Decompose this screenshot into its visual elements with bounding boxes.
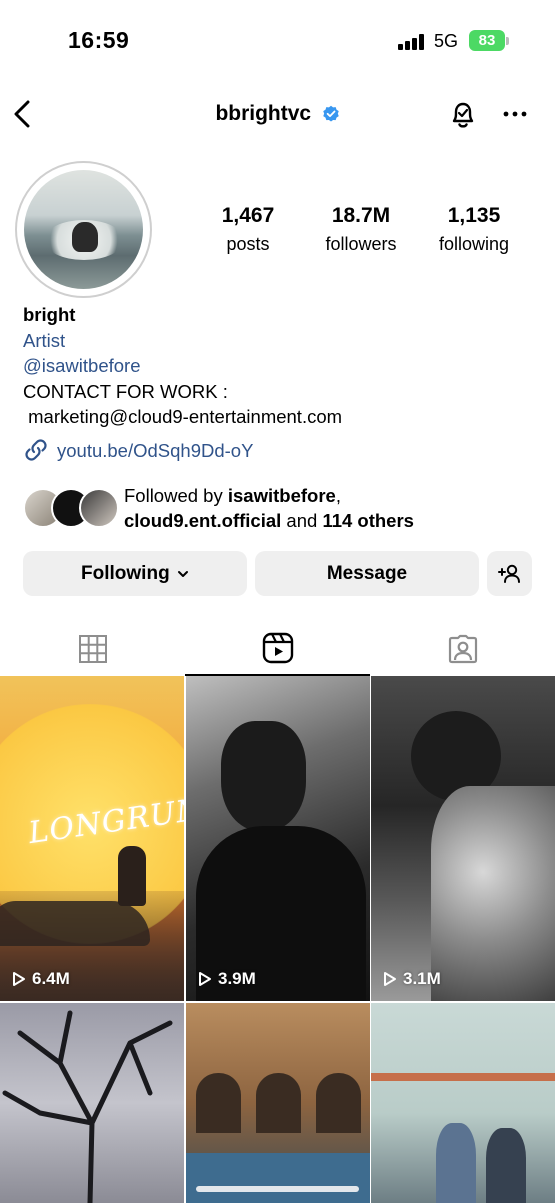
- reel-thumbnail[interactable]: LONGRUN 6.4M: [0, 676, 184, 1001]
- person-silhouette: [118, 846, 146, 906]
- message-button[interactable]: Message: [255, 551, 479, 596]
- followers-count: 18.7M: [331, 204, 391, 227]
- avatar: [24, 170, 143, 289]
- username: bbrightvc: [215, 102, 312, 125]
- tab-grid[interactable]: [0, 622, 185, 676]
- head-silhouette: [221, 721, 306, 831]
- verified-badge-icon: [322, 105, 339, 122]
- network-type: 5G: [434, 31, 459, 51]
- arched-window: [196, 1073, 241, 1133]
- tab-tagged[interactable]: [370, 622, 555, 676]
- reel-thumbnail[interactable]: 3.1M: [371, 676, 555, 1001]
- battery-level: 83: [478, 32, 496, 49]
- profile-header: bbrightvc: [0, 90, 555, 140]
- grid-icon: [78, 635, 107, 663]
- reels-icon: [262, 632, 293, 664]
- reel-views: 6.4M: [12, 969, 70, 989]
- bio-line-2: marketing@cloud9-entertainment.com: [23, 406, 343, 427]
- reel-thumbnail[interactable]: [0, 1003, 184, 1203]
- following-button-label: Following: [81, 563, 170, 584]
- following-button[interactable]: Following: [23, 551, 247, 596]
- bio-mention-link[interactable]: @isawitbefore: [23, 353, 543, 379]
- play-icon: [13, 972, 25, 986]
- mutual-user-1: isawitbefore: [227, 485, 336, 506]
- home-indicator: [196, 1186, 359, 1192]
- stat-posts[interactable]: 1,467 posts: [193, 204, 303, 255]
- followers-label: followers: [325, 234, 397, 254]
- following-count: 1,135: [447, 204, 501, 227]
- status-time: 16:59: [68, 27, 130, 53]
- notifications-button[interactable]: [446, 98, 480, 132]
- arched-window: [256, 1073, 301, 1133]
- posts-count: 1,467: [221, 204, 275, 227]
- arched-window: [316, 1073, 361, 1133]
- followed-by-row[interactable]: Followed by isawitbefore, cloud9.ent.off…: [23, 483, 543, 533]
- tab-reels[interactable]: [185, 622, 370, 676]
- bio-external-link[interactable]: youtu.be/OdSqh9Dd-oY: [23, 438, 543, 464]
- add-user-icon: [497, 564, 520, 583]
- sequin-jacket: [431, 786, 555, 1001]
- more-options-button[interactable]: [500, 104, 530, 124]
- followed-sep: ,: [335, 485, 341, 506]
- reel-view-count: 6.4M: [32, 969, 70, 988]
- tagged-person-icon: [448, 634, 477, 664]
- bridge-beam: [371, 1073, 555, 1081]
- bio-url: youtu.be/OdSqh9Dd-oY: [57, 439, 254, 461]
- reel-views: 3.1M: [383, 969, 441, 989]
- posts-label: posts: [226, 234, 270, 254]
- link-icon: [25, 439, 47, 461]
- reel-view-count: 3.1M: [403, 969, 441, 988]
- reel-views: 3.9M: [198, 969, 256, 989]
- umbrella-shape: [186, 1153, 370, 1203]
- followed-by-text: Followed by isawitbefore, cloud9.ent.off…: [124, 483, 414, 533]
- bio-line-1: CONTACT FOR WORK :: [23, 380, 228, 402]
- reel-thumbnail[interactable]: [371, 1003, 555, 1203]
- battery-tip: [506, 37, 509, 45]
- tree-branches-image: [2, 1010, 173, 1203]
- battery-icon: 83: [469, 30, 505, 51]
- profile-bio: bright Artist @isawitbefore CONTACT FOR …: [23, 302, 543, 463]
- message-button-label: Message: [326, 563, 408, 584]
- status-bar: 16:59 5G 83: [0, 0, 555, 80]
- followed-and: and: [281, 510, 323, 531]
- more-dots-icon: [503, 111, 527, 117]
- signal-icon: [398, 34, 424, 50]
- bell-check-icon: [452, 102, 474, 128]
- followed-prefix: Followed by: [124, 485, 228, 506]
- play-icon: [384, 972, 396, 986]
- mutual-avatar-3: [79, 488, 119, 528]
- reel-thumbnail[interactable]: [186, 1003, 370, 1203]
- person-silhouette: [486, 1128, 526, 1203]
- mutual-user-2: cloud9.ent.official: [124, 510, 282, 531]
- reel-thumbnail[interactable]: 3.9M: [186, 676, 370, 1001]
- chevron-down-icon: [177, 570, 188, 577]
- profile-avatar-ring[interactable]: [15, 161, 152, 298]
- profile-tabs: [0, 622, 555, 676]
- following-label: following: [438, 234, 510, 254]
- reel-view-count: 3.9M: [218, 969, 256, 988]
- mutual-others: 114 others: [322, 510, 414, 531]
- display-name: bright: [23, 304, 76, 325]
- stat-following[interactable]: 1,135 following: [419, 204, 529, 255]
- person-silhouette: [436, 1123, 476, 1203]
- car-silhouette: [0, 901, 150, 946]
- suggested-users-button[interactable]: [487, 551, 532, 596]
- play-icon: [199, 972, 211, 986]
- stat-followers[interactable]: 18.7M followers: [306, 204, 416, 255]
- profile-category: Artist: [23, 329, 66, 351]
